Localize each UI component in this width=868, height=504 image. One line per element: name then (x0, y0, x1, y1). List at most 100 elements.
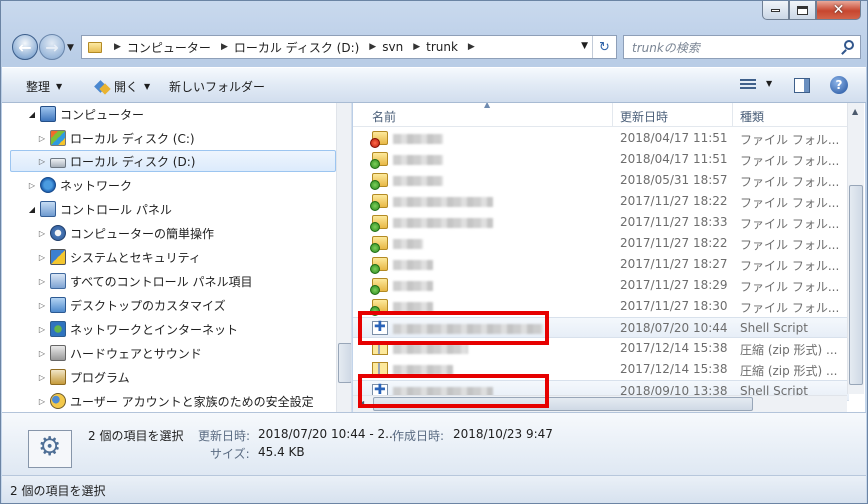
collapsed-icon[interactable]: ▷ (36, 349, 48, 358)
tree-item-programs[interactable]: ▷ プログラム (36, 366, 130, 388)
file-row[interactable]: 2017/11/27 18:22 ファイル フォル... (353, 191, 849, 212)
search-icon[interactable] (844, 40, 854, 50)
desktop-customize-icon (50, 297, 66, 313)
chevron-right-icon[interactable]: ▶ (369, 42, 376, 52)
file-row[interactable]: 2018/04/17 11:51 ファイル フォル... (353, 149, 849, 170)
chevron-right-icon[interactable]: ▶ (468, 42, 475, 52)
collapsed-icon[interactable]: ▷ (36, 301, 48, 310)
search-box[interactable]: trunkの検索 (623, 35, 861, 59)
svn-conflict-badge-icon (370, 138, 380, 148)
breadcrumb-svn[interactable]: svn (382, 40, 403, 54)
file-row[interactable]: 2017/11/27 18:29 ファイル フォル... (353, 275, 849, 296)
maximize-icon (797, 5, 808, 15)
collapsed-icon[interactable]: ▷ (36, 397, 48, 406)
organize-button[interactable]: 整理 ▼ (26, 78, 62, 95)
file-row[interactable]: 2018/04/17 11:51 ファイル フォル... (353, 128, 849, 149)
programs-icon (50, 369, 66, 385)
folder-icon (370, 131, 388, 148)
navigation-bar: ← → ▼ ▶ コンピューター ▶ ローカル ディスク (D:) ▶ svn ▶… (9, 32, 861, 62)
column-date[interactable]: 更新日時 (620, 108, 668, 125)
view-options-icon[interactable] (740, 79, 756, 91)
scrollbar-thumb[interactable] (338, 343, 351, 383)
svn-ok-badge-icon (370, 285, 380, 295)
tree-item-hardware-sound[interactable]: ▷ ハードウェアとサウンド (36, 342, 202, 364)
help-icon[interactable]: ? (830, 76, 848, 94)
file-type: ファイル フォル... (740, 154, 840, 168)
expanded-icon[interactable]: ◢ (26, 110, 38, 119)
file-row[interactable]: 2018/05/31 18:57 ファイル フォル... (353, 170, 849, 191)
expanded-icon[interactable]: ◢ (26, 205, 38, 214)
chevron-right-icon[interactable]: ▶ (221, 42, 228, 52)
address-bar[interactable]: ▶ コンピューター ▶ ローカル ディスク (D:) ▶ svn ▶ trunk… (81, 35, 617, 59)
collapsed-icon[interactable]: ▷ (36, 325, 48, 334)
column-type[interactable]: 種類 (740, 108, 764, 125)
file-date: 2018/04/17 11:51 (620, 131, 728, 145)
file-name-redacted (393, 176, 443, 186)
collapsed-icon[interactable]: ▷ (36, 373, 48, 382)
minimize-icon (771, 8, 780, 12)
navigation-scrollbar[interactable] (336, 103, 351, 412)
chevron-right-icon[interactable]: ▶ (114, 42, 121, 52)
search-input[interactable]: trunkの検索 (632, 39, 700, 56)
breadcrumb-trunk[interactable]: trunk (426, 40, 458, 54)
preview-pane-icon[interactable] (794, 78, 810, 93)
collapsed-icon[interactable]: ▷ (36, 134, 48, 143)
collapsed-icon[interactable]: ▷ (36, 253, 48, 262)
back-button[interactable]: ← (12, 34, 38, 60)
tree-item-network-internet[interactable]: ▷ ネットワークとインターネット (36, 318, 238, 340)
breadcrumb-local-disk-d[interactable]: ローカル ディスク (D:) (234, 39, 359, 56)
tree-item-label: すべてのコントロール パネル項目 (70, 274, 253, 289)
tree-item-system-security[interactable]: ▷ システムとセキュリティ (36, 246, 201, 268)
tree-item-computer[interactable]: ◢ コンピューター (26, 103, 144, 125)
tree-item-label: コンピューターの簡単操作 (70, 226, 215, 241)
created-value: 2018/10/23 9:47 (453, 427, 553, 441)
file-row[interactable]: 2017/11/27 18:27 ファイル フォル... (353, 254, 849, 275)
chevron-right-icon[interactable]: ▶ (413, 42, 420, 52)
file-row[interactable]: 2017/11/27 18:22 ファイル フォル... (353, 233, 849, 254)
svn-ok-badge-icon (370, 201, 380, 211)
open-button[interactable]: 開く ▼ (94, 78, 150, 95)
close-button[interactable]: ✕ (816, 1, 861, 20)
recent-pages-dropdown[interactable]: ▼ (67, 43, 74, 53)
tree-item-control-panel[interactable]: ◢ コントロール パネル (26, 198, 172, 220)
collapsed-icon[interactable]: ▷ (36, 229, 48, 238)
column-divider[interactable] (732, 103, 733, 127)
tree-item-all-items[interactable]: ▷ すべてのコントロール パネル項目 (36, 270, 253, 292)
tree-item-ease-of-access[interactable]: ▷ コンピューターの簡単操作 (36, 222, 214, 244)
forward-button[interactable]: → (39, 34, 65, 60)
column-divider[interactable] (612, 103, 613, 127)
file-row[interactable]: 2017/11/27 18:33 ファイル フォル... (353, 212, 849, 233)
refresh-button[interactable]: ↻ (592, 36, 616, 58)
scrollbar-thumb[interactable] (849, 185, 863, 385)
file-list-scrollbar[interactable]: ▲ (847, 103, 864, 394)
svn-ok-badge-icon (370, 222, 380, 232)
breadcrumb-computer[interactable]: コンピューター (127, 39, 211, 56)
scroll-up-icon[interactable]: ▲ (852, 107, 858, 116)
column-name[interactable]: 名前 (372, 108, 396, 125)
folder-icon (370, 215, 388, 232)
collapsed-icon[interactable]: ▷ (36, 157, 48, 166)
svn-ok-badge-icon (370, 264, 380, 274)
folder-icon (370, 257, 388, 274)
explorer-window: ✕ ← → ▼ ▶ コンピューター ▶ ローカル ディスク (D:) ▶ svn… (0, 0, 868, 504)
minimize-button[interactable] (762, 1, 789, 20)
tree-item-network[interactable]: ▷ ネットワーク (26, 174, 132, 196)
tree-item-local-disk-c[interactable]: ▷ ローカル ディスク (C:) (36, 127, 195, 149)
file-date: 2017/11/27 18:29 (620, 278, 728, 292)
address-dropdown-icon[interactable]: ▼ (581, 41, 588, 51)
tree-item-local-disk-d[interactable]: ▷ ローカル ディスク (D:) (10, 150, 336, 172)
collapsed-icon[interactable]: ▷ (26, 181, 38, 190)
file-type: ファイル フォル... (740, 133, 840, 147)
modified-value: 2018/07/20 10:44 - 2... (258, 427, 397, 441)
chevron-down-icon[interactable]: ▼ (766, 79, 772, 88)
file-type: ファイル フォル... (740, 259, 840, 273)
size-label: サイズ: (210, 447, 250, 461)
details-pane: 2 個の項目を選択 更新日時: 2018/07/20 10:44 - 2... … (2, 412, 866, 475)
collapsed-icon[interactable]: ▷ (36, 277, 48, 286)
tree-item-user-accounts[interactable]: ▷ ユーザー アカウントと家族のための安全設定 (36, 390, 314, 412)
maximize-button[interactable] (789, 1, 816, 20)
new-folder-button[interactable]: 新しいフォルダー (169, 78, 265, 95)
tree-item-label: ネットワーク (60, 178, 133, 193)
tree-item-desktop-customize[interactable]: ▷ デスクトップのカスタマイズ (36, 294, 226, 316)
folder-icon (370, 236, 388, 253)
